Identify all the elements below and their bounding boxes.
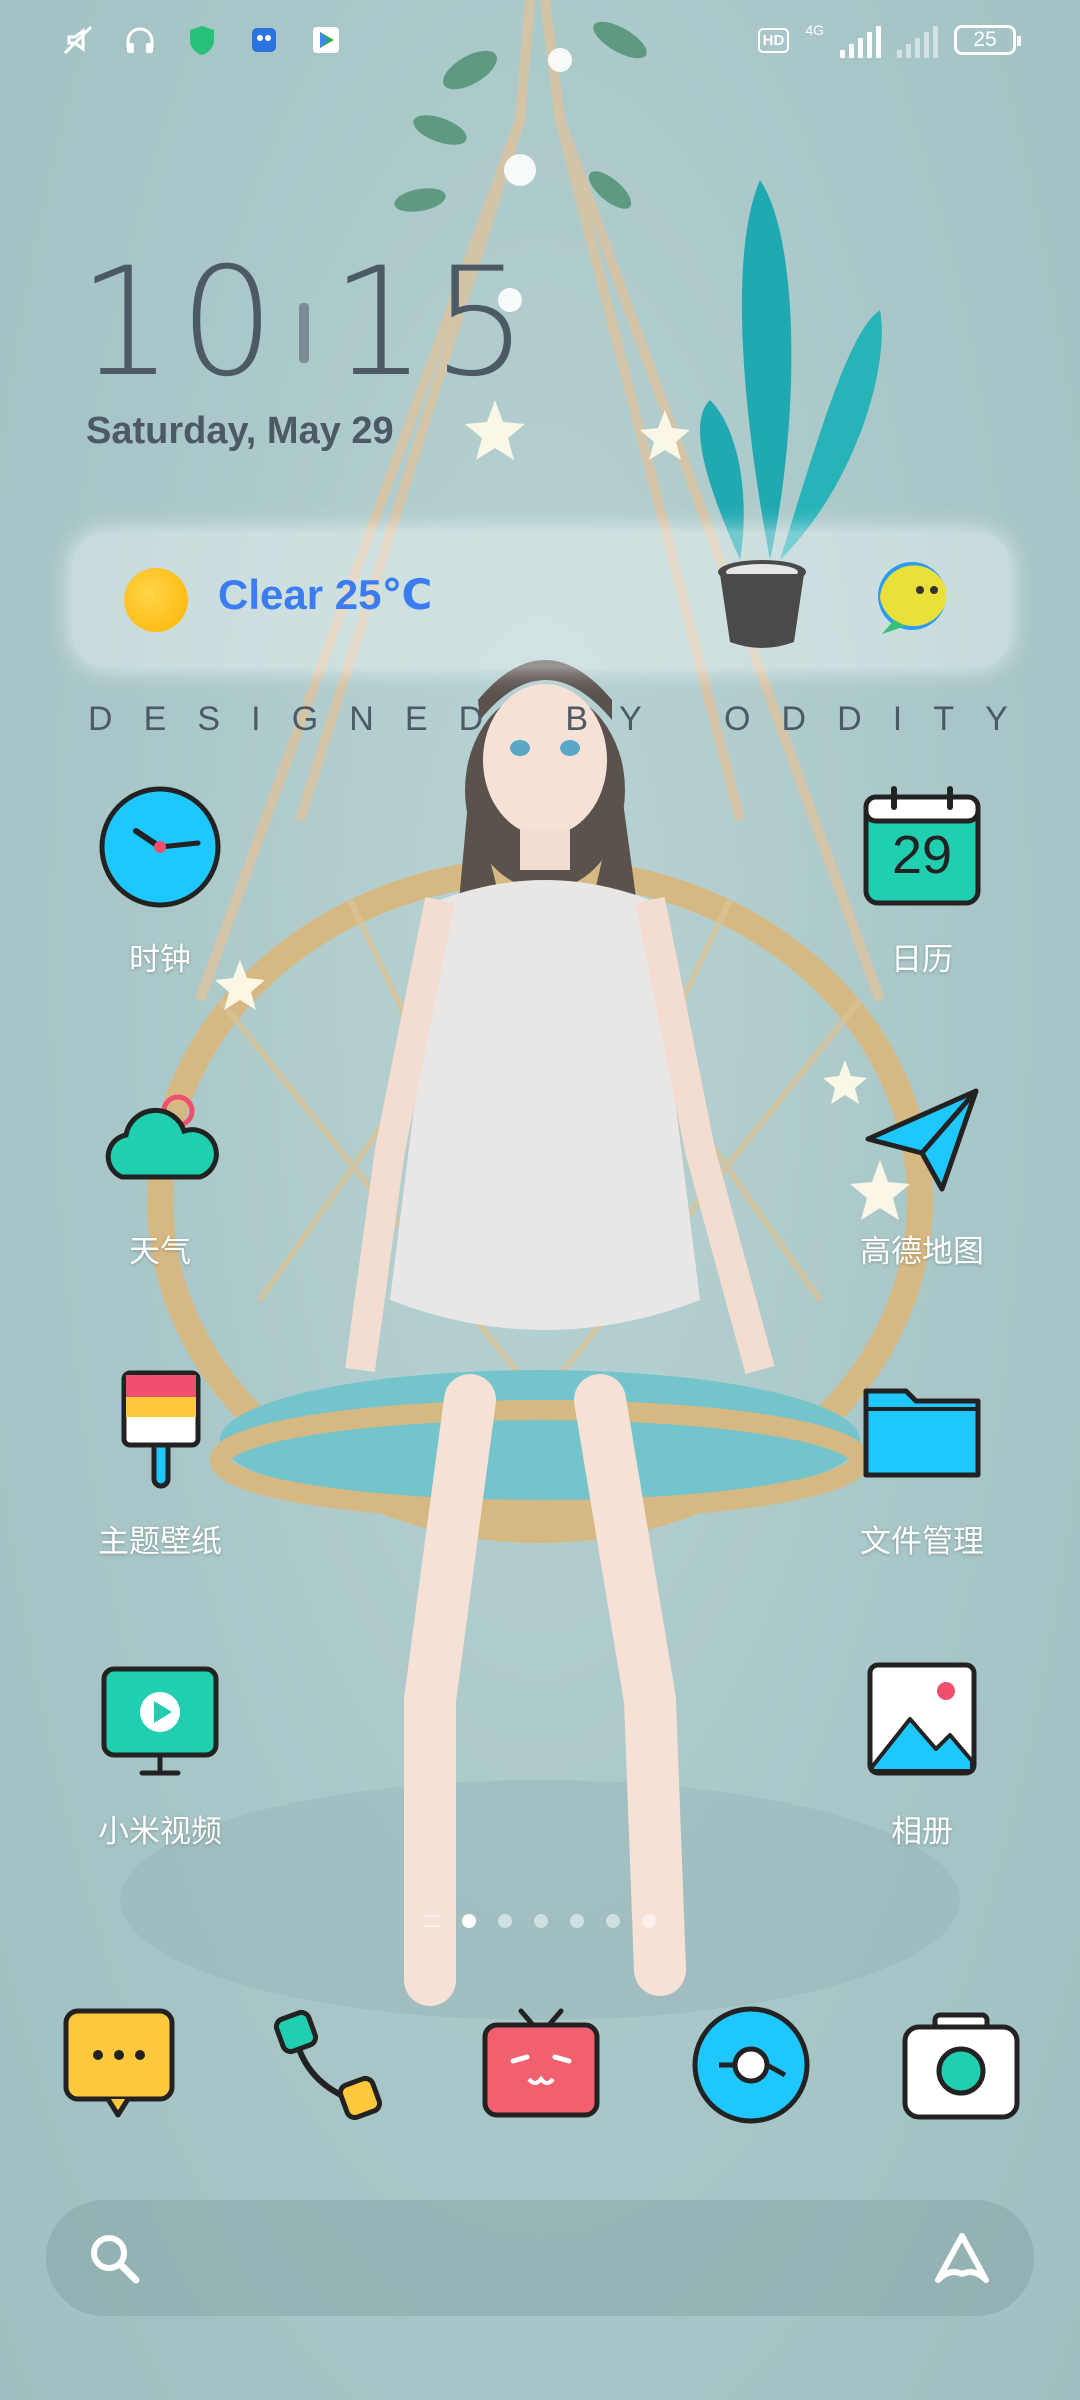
page-list-icon — [424, 1915, 440, 1927]
page-indicator[interactable] — [0, 1914, 1080, 1928]
search-bar[interactable] — [46, 2200, 1034, 2316]
headphones-icon — [122, 22, 158, 58]
banner-letter — [514, 700, 534, 739]
clock-widget[interactable]: 10 15 — [78, 248, 534, 398]
clock-separator — [298, 303, 309, 363]
dock-browser[interactable] — [686, 2000, 816, 2130]
banner-letter: I — [892, 700, 903, 738]
designed-by-banner: D E S I G N E D B Y O D D I T Y — [88, 700, 1008, 739]
message-bubble-icon — [63, 2008, 175, 2118]
app-calendar[interactable]: 29 日历 — [812, 782, 1032, 979]
banner-letter: D — [458, 700, 484, 738]
app-notification-icon — [246, 22, 282, 58]
play-store-icon — [308, 22, 344, 58]
app-label: 相册 — [891, 1814, 953, 1850]
hd-voice-indicator: HD — [757, 27, 790, 53]
clock-icon — [95, 782, 225, 912]
banner-letter: E — [143, 700, 167, 738]
banner-letter: S — [197, 700, 221, 738]
weather-app-icon — [95, 1074, 225, 1204]
dock-messages[interactable] — [54, 2000, 184, 2130]
battery-indicator: 25 — [954, 25, 1021, 55]
app-label: 天气 — [129, 1234, 191, 1270]
app-file-manager[interactable]: 文件管理 — [812, 1364, 1032, 1561]
date-label: Saturday, May 29 — [86, 410, 394, 452]
security-shield-icon — [184, 22, 220, 58]
banner-letter: G — [291, 700, 319, 738]
page-dot — [642, 1914, 656, 1928]
network-type: 4G — [805, 22, 824, 38]
compass-browser-icon — [692, 2006, 810, 2124]
page-dot — [498, 1914, 512, 1928]
app-maps[interactable]: 高德地图 — [812, 1074, 1032, 1271]
calendar-day: 29 — [891, 825, 953, 885]
assistant-icon[interactable] — [932, 2230, 992, 2291]
app-label: 高德地图 — [860, 1234, 984, 1270]
banner-letter: O — [723, 700, 751, 738]
app-label: 主题壁纸 — [98, 1524, 222, 1560]
app-label: 文件管理 — [860, 1524, 984, 1560]
app-label: 时钟 — [129, 942, 191, 978]
folder-icon — [857, 1364, 987, 1494]
banner-letter: N — [349, 700, 374, 738]
clock-minute: 15 — [330, 236, 534, 410]
phone-handset-icon — [273, 2009, 383, 2121]
search-icon — [86, 2230, 142, 2291]
app-label: 小米视频 — [98, 1814, 222, 1850]
calendar-icon: 29 — [857, 782, 987, 912]
app-label: 日历 — [891, 942, 953, 978]
banner-letter: E — [404, 700, 428, 738]
banner-letter: D — [88, 700, 113, 738]
signal-strength-2-icon — [897, 22, 938, 58]
app-themes[interactable]: 主题壁纸 — [50, 1364, 270, 1561]
banner-letter: I — [251, 700, 261, 738]
dock-phone[interactable] — [264, 2000, 394, 2130]
chat-bubble-icon — [872, 558, 956, 643]
mute-icon — [60, 22, 96, 58]
camera-icon — [902, 2012, 1020, 2120]
dock-camera[interactable] — [896, 2000, 1026, 2130]
page-dot — [570, 1914, 584, 1928]
picture-icon — [857, 1654, 987, 1784]
app-gallery[interactable]: 相册 — [812, 1654, 1032, 1851]
banner-letter — [673, 700, 693, 739]
banner-letter: D — [781, 700, 807, 738]
app-weather[interactable]: 天气 — [50, 1074, 270, 1271]
page-dot-active — [462, 1914, 476, 1928]
dock-bilibili[interactable] — [476, 2000, 606, 2130]
page-dot — [606, 1914, 620, 1928]
banner-letter: B — [565, 700, 589, 738]
signal-strength-icon — [840, 22, 881, 58]
weather-widget[interactable]: Clear 25℃ — [72, 532, 1010, 668]
paper-plane-icon — [857, 1074, 987, 1204]
banner-letter: Y — [619, 700, 642, 738]
banner-letter: D — [837, 700, 862, 738]
clock-hour: 10 — [78, 236, 281, 410]
app-clock[interactable]: 时钟 — [50, 782, 270, 979]
tv-play-icon — [95, 1654, 225, 1784]
paint-brush-icon — [95, 1364, 225, 1494]
tv-face-icon — [482, 2008, 600, 2118]
plant-pot-icon — [712, 556, 812, 657]
weather-condition: Clear 25℃ — [218, 571, 433, 618]
banner-letter: T — [933, 700, 955, 738]
page-dot — [534, 1914, 548, 1928]
status-bar: HD 4G 25 — [0, 0, 1080, 84]
app-video[interactable]: 小米视频 — [50, 1654, 270, 1851]
sun-icon — [124, 568, 188, 632]
banner-letter: Y — [985, 700, 1008, 738]
